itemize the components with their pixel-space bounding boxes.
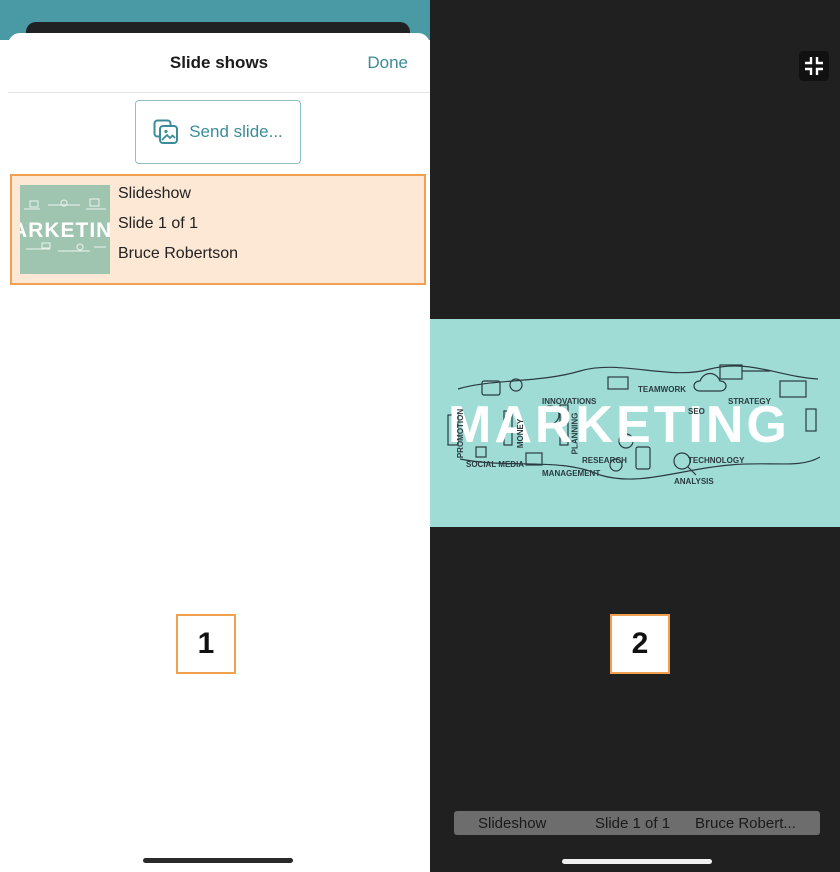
slideshow-list-item[interactable]: ARKETIN Slideshow Slide 1 of 1 Bruce Rob…: [10, 174, 426, 285]
exit-fullscreen-button[interactable]: [799, 51, 829, 81]
collapse-fullscreen-icon: [805, 57, 823, 75]
slide-position: Slide 1 of 1: [118, 215, 199, 232]
slide-caption-bar: Slideshow Slide 1 of 1 Bruce Robert...: [454, 811, 820, 835]
home-indicator: [143, 858, 293, 863]
annotation-marker-2: 2: [610, 614, 670, 674]
send-slide-label: Send slide...: [189, 122, 283, 141]
images-send-icon: [153, 119, 179, 144]
annotation-marker-1: 1: [176, 614, 236, 674]
done-button[interactable]: Done: [367, 53, 408, 73]
slide-tag: MANAGEMENT: [542, 469, 601, 478]
slide-tag: RESEARCH: [582, 456, 627, 465]
slide-tag: TEAMWORK: [638, 385, 686, 394]
slide-tag: SOCIAL MEDIA: [466, 460, 525, 469]
slide-tag: PLANNING: [570, 412, 580, 455]
slide-tag: STRATEGY: [728, 397, 771, 406]
slide-tag: MONEY: [516, 418, 526, 449]
slide-tag: TECHNOLOGY: [688, 456, 745, 465]
slide-tag: ANALYSIS: [674, 477, 714, 486]
slide-thumbnail: ARKETIN: [20, 185, 110, 274]
slide-tag: SEO: [688, 407, 705, 416]
home-indicator: [562, 859, 712, 864]
send-slide-button[interactable]: Send slide...: [135, 100, 301, 164]
sheet-header: Slide shows Done: [8, 33, 430, 93]
caption-presenter: Bruce Robert...: [695, 814, 796, 832]
slide-shows-sheet: Slide shows Done Send slide... RKETIN Sl…: [8, 33, 430, 872]
slide-tag: INNOVATIONS: [542, 397, 597, 406]
slide-viewer-panel: MARKETING INNOVATIONS TEAMWORK STRATEGY …: [430, 0, 840, 872]
thumbnail-word: ARKETIN: [20, 219, 110, 242]
slide-image: MARKETING INNOVATIONS TEAMWORK STRATEGY …: [430, 319, 840, 527]
slide-shows-panel: Slide shows Done Send slide... RKETIN Sl…: [0, 0, 430, 872]
slideshow-name: Slideshow: [118, 185, 191, 202]
presenter-name: Bruce Robertson: [118, 245, 239, 262]
caption-position: Slide 1 of 1: [595, 814, 671, 832]
slide-tag: PROMOTION: [456, 408, 466, 459]
caption-name: Slideshow: [478, 814, 547, 832]
